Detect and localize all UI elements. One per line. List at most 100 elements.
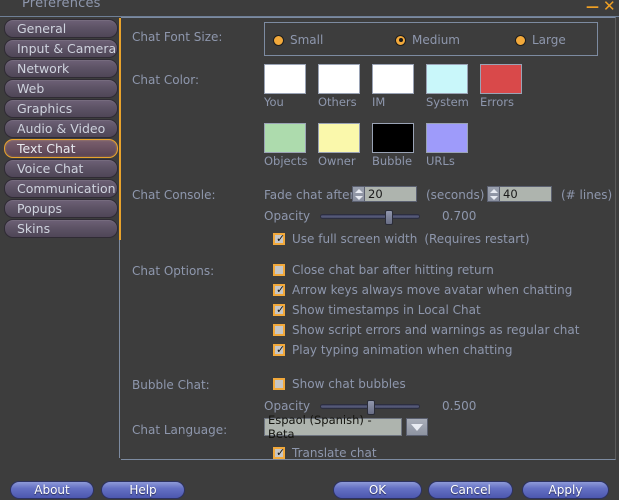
font-size-option-label: Small [290, 33, 324, 47]
font-size-option-small[interactable]: Small [273, 33, 323, 47]
color-swatch-label: System [426, 95, 469, 109]
preferences-window: Preferences — ✕ General Input & Camera Net… [0, 0, 619, 500]
sidebar-item-input-camera[interactable]: Input & Camera [4, 39, 118, 58]
chat-option-row[interactable]: ✓ Play typing animation when chatting [273, 343, 513, 357]
chat-option-checkbox[interactable]: ✓ [273, 284, 285, 296]
chat-option-row[interactable]: ✓ Arrow keys always move avatar when chat… [273, 283, 572, 297]
chat-language-combobox[interactable]: Espaol (Spanish) - Beta [264, 413, 428, 441]
font-size-option-large[interactable]: Large [515, 33, 566, 47]
fade-lines-spinner[interactable]: 40 [487, 186, 552, 202]
color-swatch-you[interactable] [264, 64, 306, 94]
stepper-up-icon[interactable] [489, 188, 498, 193]
translate-chat-row[interactable]: ✓ Translate chat [273, 446, 377, 460]
color-swatch-others[interactable] [318, 64, 360, 94]
radio-icon[interactable] [515, 34, 526, 46]
font-size-option-medium[interactable]: Medium [395, 33, 460, 47]
close-icon[interactable]: ✕ [603, 0, 616, 14]
radio-icon[interactable] [273, 34, 284, 46]
console-opacity-slider-row: Opacity 0.700 [264, 209, 477, 225]
translate-chat-checkbox[interactable]: ✓ [273, 447, 285, 459]
color-swatch-label: Owner [318, 154, 356, 168]
font-size-option-label: Large [532, 33, 566, 47]
window-title: Preferences [22, 0, 101, 11]
chat-option-checkbox[interactable]: ✓ [273, 264, 285, 276]
fade-seconds-stepper[interactable] [352, 186, 365, 202]
color-swatch-system[interactable] [426, 64, 468, 94]
bubble-chat-label: Bubble Chat: [132, 378, 210, 392]
sidebar: General Input & Camera Network Web Graphics A… [0, 18, 122, 458]
chat-option-label: Arrow keys always move avatar when chatt… [292, 283, 573, 297]
font-size-option-label: Medium [412, 33, 460, 47]
sidebar-item-label: General [17, 21, 67, 36]
fade-lines-input[interactable]: 40 [500, 186, 552, 202]
sidebar-item-general[interactable]: General [4, 19, 118, 38]
stepper-up-icon[interactable] [354, 188, 363, 193]
sidebar-item-skins[interactable]: Skins [4, 219, 118, 238]
ok-button[interactable]: OK [333, 481, 422, 499]
sidebar-item-voice-chat[interactable]: Voice Chat [4, 159, 118, 178]
sidebar-item-graphics[interactable]: Graphics [4, 99, 118, 118]
color-swatch-label: URLs [426, 154, 455, 168]
console-opacity-value: 0.700 [442, 209, 477, 223]
seconds-unit-label: (seconds) [426, 188, 485, 202]
show-chat-bubbles-checkbox[interactable]: ✓ [273, 378, 285, 390]
sidebar-item-label: Network [17, 61, 70, 76]
requires-restart-note: (Requires restart) [424, 232, 530, 246]
sidebar-item-label: Graphics [17, 101, 73, 116]
console-opacity-slider[interactable] [320, 209, 420, 225]
sidebar-item-web[interactable]: Web [4, 79, 118, 98]
chat-option-row[interactable]: ✓ Close chat bar after hitting return [273, 263, 494, 277]
sidebar-item-audio-video[interactable]: Audio & Video [4, 119, 118, 138]
fade-seconds-input[interactable]: 20 [365, 186, 417, 202]
sidebar-item-communication[interactable]: Communication [4, 179, 118, 198]
lines-stepper[interactable] [487, 186, 500, 202]
chat-language-label: Chat Language: [132, 423, 228, 437]
color-swatch-errors[interactable] [480, 64, 522, 94]
color-swatch-bubble[interactable] [372, 123, 414, 153]
show-chat-bubbles-label: Show chat bubbles [292, 377, 406, 391]
content-panel: Chat Font Size: Small Medium Large Chat Co… [121, 17, 616, 460]
color-swatch-im[interactable] [372, 64, 414, 94]
bubble-opacity-slider[interactable] [320, 399, 420, 415]
color-swatch-label: Bubble [372, 154, 413, 168]
color-swatch-label: Errors [480, 95, 515, 109]
chat-option-checkbox[interactable]: ✓ [273, 344, 285, 356]
sidebar-item-popups[interactable]: Popups [4, 199, 118, 218]
console-opacity-thumb[interactable] [385, 209, 394, 225]
fade-seconds-spinner[interactable]: 20 [352, 186, 417, 202]
minimize-icon[interactable]: — [586, 1, 599, 15]
sidebar-item-text-chat[interactable]: Text Chat [4, 139, 118, 158]
chevron-down-icon[interactable] [406, 418, 428, 436]
color-swatch-label: You [264, 95, 284, 109]
color-swatch-objects[interactable] [264, 123, 306, 153]
stepper-down-icon[interactable] [354, 195, 363, 200]
about-button[interactable]: About [10, 481, 94, 499]
bubble-opacity-label: Opacity [264, 399, 311, 413]
use-full-screen-width-checkbox[interactable]: ✓ [273, 233, 285, 245]
chat-option-checkbox[interactable]: ✓ [273, 304, 285, 316]
help-button[interactable]: Help [101, 481, 185, 499]
chat-option-row[interactable]: ✓ Show timestamps in Local Chat [273, 303, 481, 317]
translate-chat-label: Translate chat [292, 446, 377, 460]
apply-button[interactable]: Apply [522, 481, 609, 499]
show-chat-bubbles-row[interactable]: ✓ Show chat bubbles [273, 377, 406, 391]
chat-color-label: Chat Color: [132, 73, 200, 87]
radio-icon[interactable] [395, 34, 406, 46]
use-full-screen-width-label: Use full screen width [292, 232, 418, 246]
use-full-screen-width-row[interactable]: ✓ Use full screen width (Requires restar… [273, 232, 530, 246]
chat-option-row[interactable]: ✓ Show script errors and warnings as regu… [273, 323, 579, 337]
sidebar-rail [119, 240, 120, 458]
chat-options-label: Chat Options: [132, 264, 215, 278]
sidebar-item-network[interactable]: Network [4, 59, 118, 78]
sidebar-item-label: Input & Camera [17, 41, 117, 56]
cancel-button[interactable]: Cancel [428, 481, 513, 499]
stepper-down-icon[interactable] [489, 195, 498, 200]
chat-option-label: Close chat bar after hitting return [292, 263, 494, 277]
color-swatch-urls[interactable] [426, 123, 468, 153]
chat-language-value[interactable]: Espaol (Spanish) - Beta [264, 413, 402, 441]
chat-font-size-label: Chat Font Size: [132, 30, 223, 44]
chat-console-label: Chat Console: [132, 188, 216, 202]
color-swatch-owner[interactable] [318, 123, 360, 153]
chat-option-checkbox[interactable]: ✓ [273, 324, 285, 336]
color-swatch-label: Others [318, 95, 357, 109]
